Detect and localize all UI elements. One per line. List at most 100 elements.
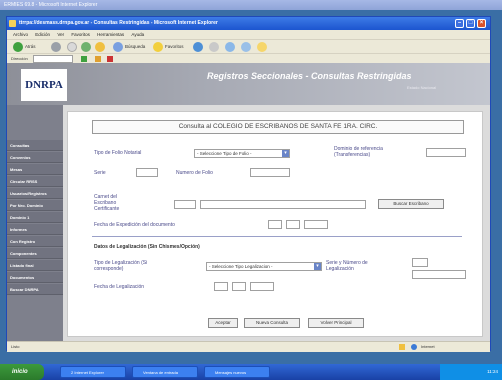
site-logo[interactable]: DNRPA	[21, 69, 67, 101]
browser-toolbar: Atrás Búsqueda Favoritos	[7, 39, 490, 54]
site-title: Registros Seccionales - Consultas Restri…	[207, 71, 412, 81]
home-icon[interactable]	[95, 42, 105, 52]
browser-titlebar[interactable]: ttrrpa://desmass.drnpa.gov.ar - Consulta…	[7, 17, 490, 30]
menu-item-edicion[interactable]: Edición	[35, 32, 50, 37]
carnet-input[interactable]	[200, 200, 366, 209]
site-header: DNRPA Registros Seccionales - Consultas …	[7, 63, 490, 105]
carnet-prefix-input[interactable]	[174, 200, 196, 209]
edit-icon[interactable]	[241, 42, 251, 52]
tipo-folio-value: - Seleccione Tipo de Folio -	[197, 151, 252, 156]
clock: 11:24	[487, 369, 498, 374]
background-window-titlebar: ERMIES 69.8 - Microsoft Internet Explore…	[0, 0, 502, 10]
tipo-legalizacion-label: Tipo de Legalización (Si corresponde)	[94, 260, 148, 272]
menu-item-favoritos[interactable]: Favoritos	[71, 32, 90, 37]
ie-icon	[9, 20, 16, 27]
fecha-leg-month-input[interactable]	[232, 282, 246, 291]
minimize-button[interactable]: –	[455, 19, 464, 28]
sidebar-item-componentes[interactable]: Componentes	[7, 248, 63, 259]
back-icon[interactable]	[13, 42, 23, 52]
history-icon[interactable]	[193, 42, 203, 52]
sidebar-item-usuarios[interactable]: Usuarios/Registros	[7, 188, 63, 199]
fecha-expedicion-month-input[interactable]	[286, 220, 300, 229]
tipo-legalizacion-select[interactable]: - Seleccione Tipo Legalizacion - ▾	[206, 262, 322, 271]
status-text: Listo	[11, 344, 20, 349]
page-viewport: DNRPA Registros Seccionales - Consultas …	[7, 63, 490, 341]
sidebar-item-documentos[interactable]: Documentos	[7, 272, 63, 283]
sidebar-item-circular[interactable]: Circular RRSS	[7, 176, 63, 187]
sidebar-item-convenios[interactable]: Convenios	[7, 152, 63, 163]
site-subtitle: Estado Nacional	[407, 85, 437, 90]
numero-leg-input[interactable]	[412, 270, 466, 279]
sidebar-item-dominio-nro[interactable]: Por Nro. Dominio	[7, 200, 63, 211]
menu-item-ayuda[interactable]: Ayuda	[131, 32, 144, 37]
aceptar-button[interactable]: Aceptar	[208, 318, 238, 328]
status-bar: Listo Internet	[7, 341, 490, 352]
back-label[interactable]: Atrás	[25, 44, 36, 49]
chevron-down-icon: ▾	[282, 150, 289, 157]
sidebar-item-listado[interactable]: Listado final	[7, 260, 63, 271]
start-label: inicio	[12, 369, 28, 375]
menu-bar: Archivo Edición Ver Favoritos Herramient…	[7, 30, 490, 39]
star-icon[interactable]	[95, 56, 101, 62]
globe-icon	[411, 344, 417, 350]
print-icon[interactable]	[225, 42, 235, 52]
volver-principal-button[interactable]: Volver Principal	[308, 318, 364, 328]
taskbar-item-mensajes[interactable]: Mensajes nuevos	[204, 366, 270, 378]
fecha-expedicion-year-input[interactable]	[304, 220, 328, 229]
sidebar-item-mesas[interactable]: Mesas	[7, 164, 63, 175]
fecha-legalizacion-label: Fecha de Legalización	[94, 284, 145, 290]
sidebar-item-con-registro[interactable]: Con Registro	[7, 236, 63, 247]
sidebar-item-consultas[interactable]: Consultas	[7, 140, 63, 151]
refresh-icon[interactable]	[81, 42, 91, 52]
address-input[interactable]	[33, 55, 73, 63]
taskbar-item-ventana[interactable]: Ventana de entrada	[132, 366, 198, 378]
numero-folio-label: Numero de Folio	[176, 170, 213, 176]
taskbar: inicio 2 Internet Explorer Ventana de en…	[0, 364, 502, 380]
browser-title: ttrrpa://desmass.drnpa.gov.ar - Consulta…	[19, 20, 218, 26]
close-button[interactable]: ×	[477, 19, 486, 28]
serie-label: Serie	[94, 170, 106, 176]
menu-item-ver[interactable]: Ver	[57, 32, 64, 37]
sidebar-item-buscar[interactable]: Buscar DNRPA	[7, 284, 63, 295]
search-icon[interactable]	[113, 42, 123, 52]
fecha-leg-year-input[interactable]	[250, 282, 274, 291]
consulta-form-panel: Consulta al COLEGIO DE ESCRIBANOS DE SAN…	[67, 111, 483, 337]
sidebar-item-informes[interactable]: Informes	[7, 224, 63, 235]
forward-icon[interactable]	[51, 42, 61, 52]
desktop-background	[0, 352, 502, 364]
background-window-title: ERMIES 69.8 - Microsoft Internet Explore…	[4, 2, 98, 8]
legalizacion-heading: Datos de Legalización (Sin Chismes/Opció…	[94, 244, 200, 250]
serie-leg-input[interactable]	[412, 258, 428, 267]
fecha-expedicion-label: Fecha de Expedición del documento	[94, 222, 175, 228]
lock-icon	[399, 344, 405, 350]
dominio-input[interactable]	[426, 148, 466, 157]
mail-icon[interactable]	[209, 42, 219, 52]
divider	[92, 236, 462, 237]
start-button[interactable]: inicio	[0, 364, 44, 380]
favorites-label[interactable]: Favoritos	[165, 44, 184, 49]
sidebar: Consultas Convenios Mesas Circular RRSS …	[7, 105, 63, 341]
numero-folio-input[interactable]	[250, 168, 290, 177]
tipo-legalizacion-value: - Seleccione Tipo Legalizacion -	[209, 264, 273, 269]
system-tray: 11:24	[440, 364, 502, 380]
search-label[interactable]: Búsqueda	[125, 44, 145, 49]
taskbar-item-ie[interactable]: 2 Internet Explorer	[60, 366, 126, 378]
stop-red-icon[interactable]	[107, 56, 113, 62]
fecha-leg-day-input[interactable]	[214, 282, 228, 291]
tipo-folio-select[interactable]: - Seleccione Tipo de Folio - ▾	[194, 149, 290, 158]
sidebar-item-dominio[interactable]: Dominio 1	[7, 212, 63, 223]
stop-icon[interactable]	[67, 42, 77, 52]
buscar-escribano-button[interactable]: Buscar Escribano	[378, 199, 444, 209]
menu-item-archivo[interactable]: Archivo	[13, 32, 28, 37]
serie-input[interactable]	[136, 168, 158, 177]
folder-icon[interactable]	[257, 42, 267, 52]
tipo-folio-label: Tipo de Folio Notarial	[94, 150, 142, 156]
zone-text: Internet	[421, 344, 435, 349]
nueva-consulta-button[interactable]: Nueva Consulta	[244, 318, 300, 328]
go-icon[interactable]	[81, 56, 87, 62]
maximize-button[interactable]: □	[466, 19, 475, 28]
favorites-icon[interactable]	[153, 42, 163, 52]
fecha-expedicion-day-input[interactable]	[268, 220, 282, 229]
chevron-down-icon: ▾	[314, 263, 321, 270]
menu-item-herramientas[interactable]: Herramientas	[97, 32, 124, 37]
